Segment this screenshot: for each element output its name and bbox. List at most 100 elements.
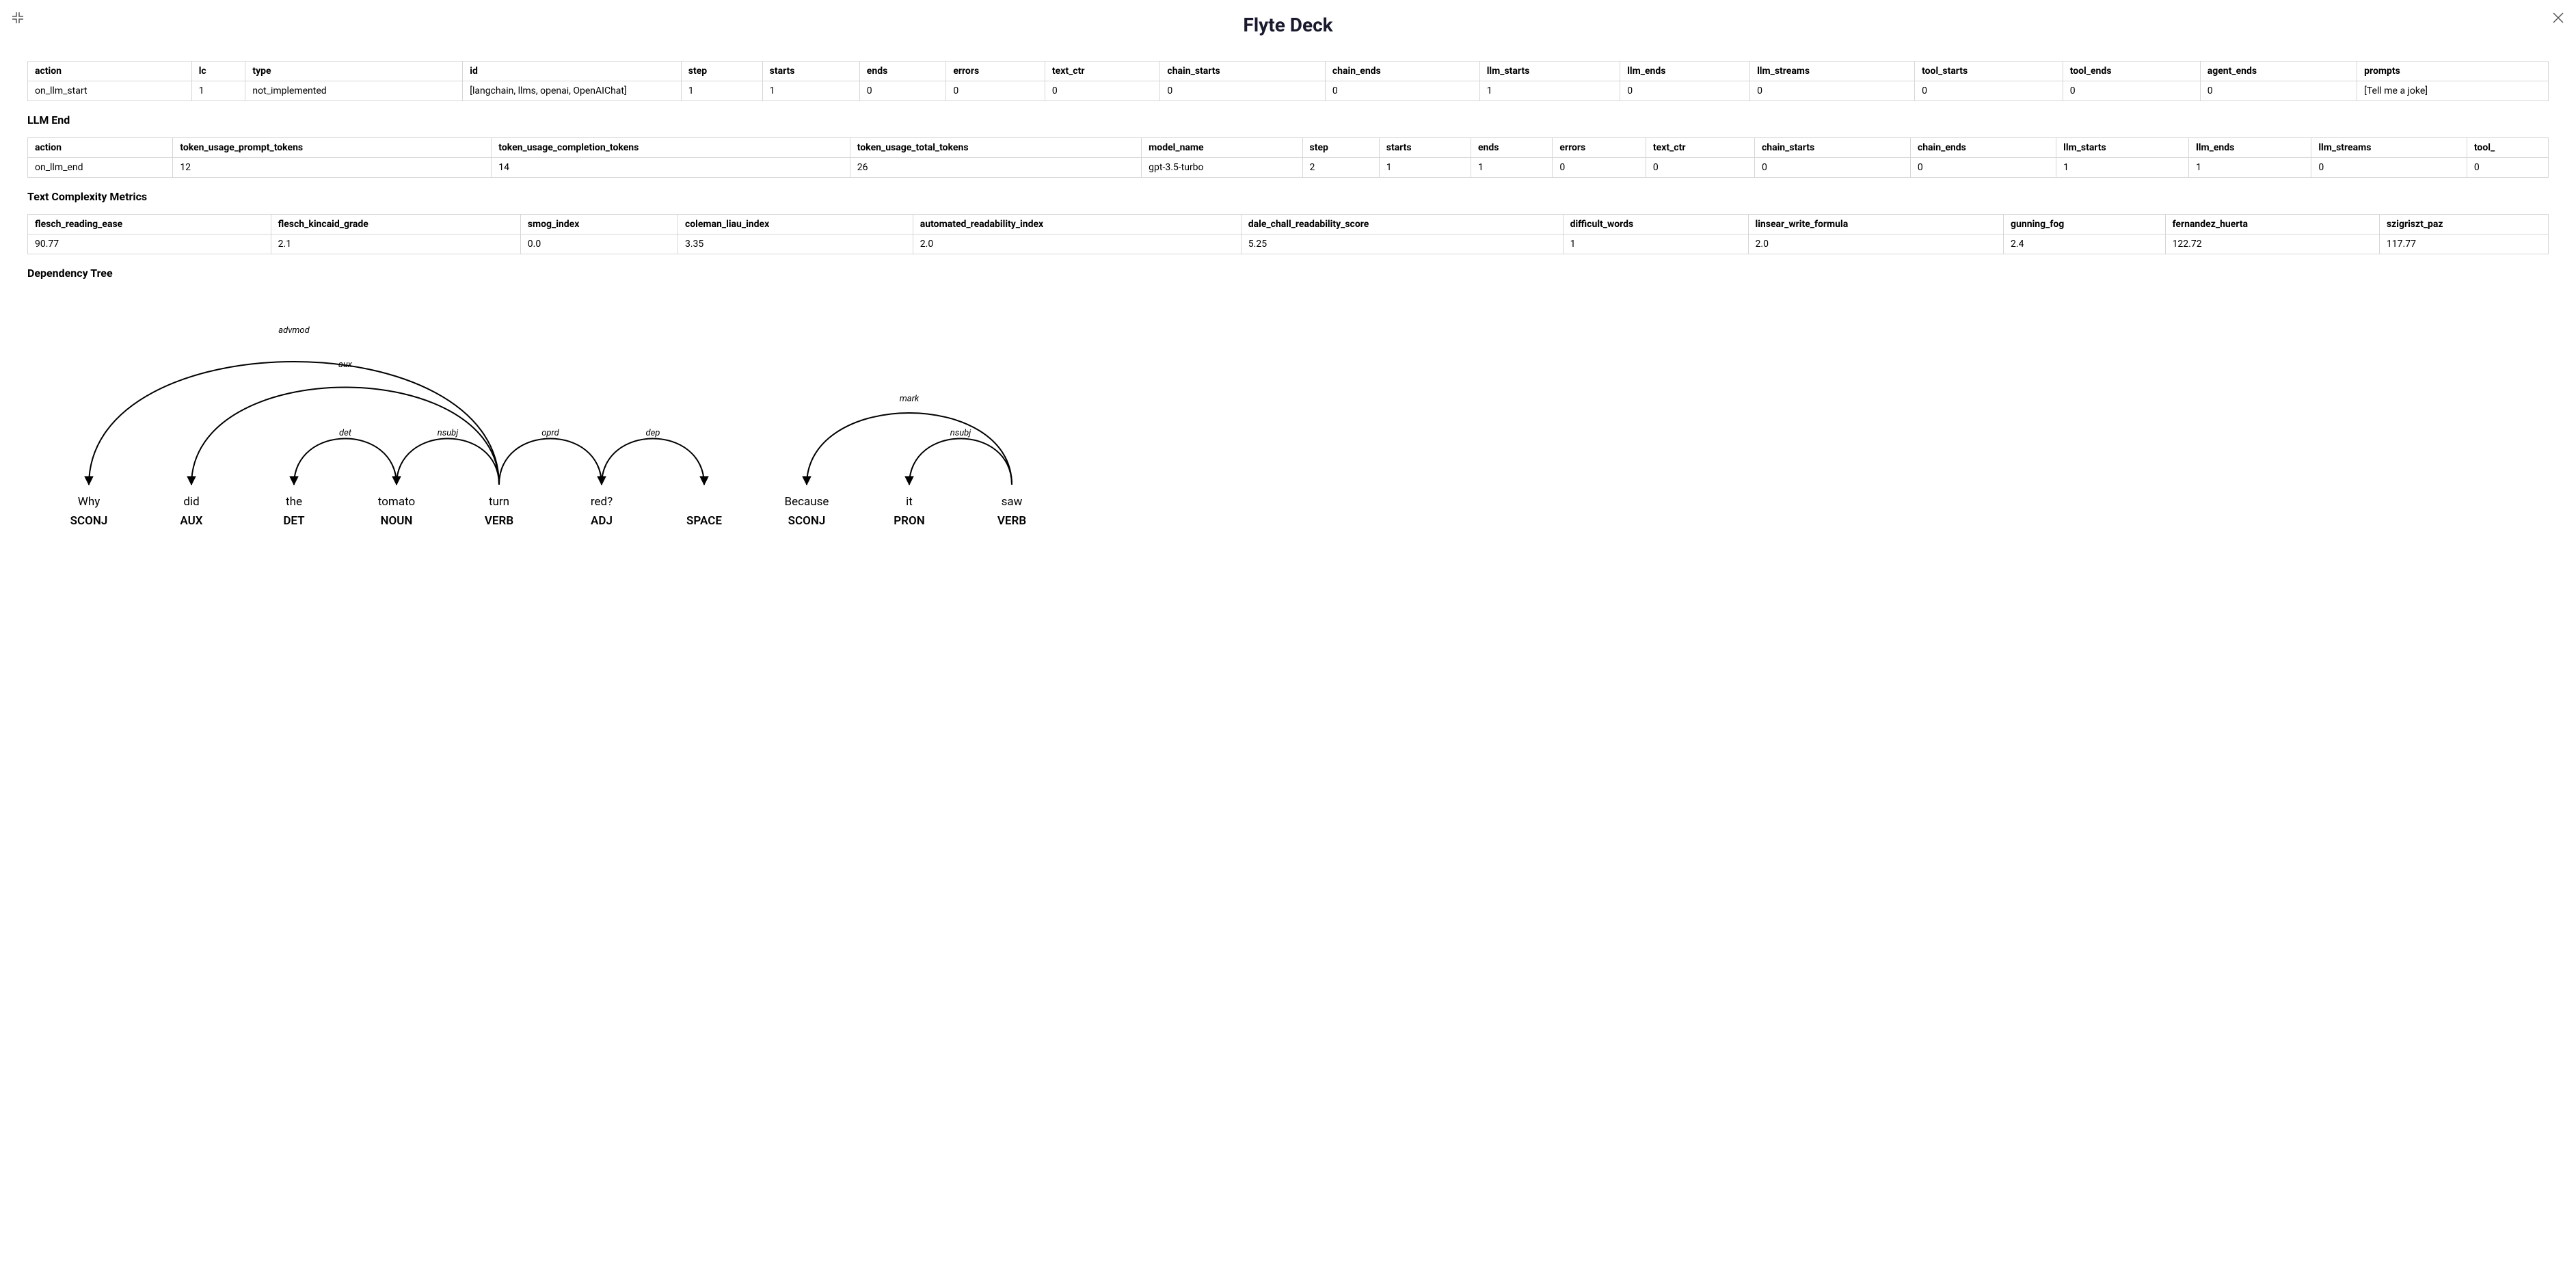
column-header: step (681, 62, 762, 81)
llm-end-table: actiontoken_usage_prompt_tokenstoken_usa… (27, 137, 2549, 178)
column-header: gunning_fog (2004, 215, 2166, 234)
column-header: action (28, 138, 173, 158)
content: actionlctypeidstepstartsendserrorstext_c… (0, 61, 2576, 574)
column-header: errors (1553, 138, 1646, 158)
table-cell: 1 (681, 81, 762, 101)
column-header: llm_streams (1750, 62, 1915, 81)
table-cell: 1 (1471, 158, 1552, 178)
table-cell: on_llm_end (28, 158, 173, 178)
dep-arc-label: mark (900, 394, 920, 404)
dep-arrow-icon (905, 477, 913, 485)
dep-arrow-icon (700, 477, 708, 485)
column-header: text_ctr (1646, 138, 1754, 158)
table-cell: 12 (173, 158, 492, 178)
table-cell: gpt-3.5-turbo (1142, 158, 1302, 178)
table-cell: 0 (1620, 81, 1750, 101)
dep-token-word: Why (78, 495, 100, 509)
table-cell: 14 (492, 158, 850, 178)
dep-arc-label: det (339, 428, 352, 438)
table-cell: 1 (191, 81, 245, 101)
dep-token-pos: AUX (180, 514, 202, 528)
column-header: model_name (1142, 138, 1302, 158)
arrows-in-icon (12, 12, 24, 24)
table-cell: 2.0 (1748, 234, 2004, 254)
table-cell: 0 (2311, 158, 2467, 178)
dep-token-pos: DET (283, 514, 305, 528)
column-header: dale_chall_readability_score (1241, 215, 1563, 234)
table-row: 90.772.10.03.352.05.2512.02.4122.72117.7… (28, 234, 2549, 254)
table-cell: not_implemented (245, 81, 463, 101)
column-header: chain_ends (1910, 138, 2056, 158)
column-header: tool_ends (2063, 62, 2200, 81)
dependency-tree: WhySCONJdidAUXtheDETtomatoNOUNturnVERBre… (27, 300, 2549, 546)
column-header: id (463, 62, 682, 81)
column-header: token_usage_completion_tokens (492, 138, 850, 158)
column-header: ends (859, 62, 946, 81)
column-header: smog_index (520, 215, 677, 234)
table-cell: 1 (2189, 158, 2311, 178)
dep-arc-label: nsubj (950, 428, 971, 438)
column-header: llm_ends (2189, 138, 2311, 158)
table-row: on_llm_end121426gpt-3.5-turbo21100001100 (28, 158, 2549, 178)
table-cell: 0 (1915, 81, 2063, 101)
table-cell: 0 (2200, 81, 2357, 101)
dep-token-pos: SCONJ (70, 514, 108, 528)
dep-arc-label: aux (338, 360, 353, 370)
table-cell: 1 (1379, 158, 1471, 178)
dep-token-pos: VERB (997, 514, 1026, 528)
dep-arc (602, 439, 704, 485)
column-header: token_usage_total_tokens (850, 138, 1141, 158)
table-cell: [langchain, llms, openai, OpenAIChat] (463, 81, 682, 101)
table-cell: 1 (1479, 81, 1620, 101)
column-header: llm_ends (1620, 62, 1750, 81)
table-row: on_llm_start1not_implemented[langchain, … (28, 81, 2549, 101)
dep-token-word: the (286, 495, 302, 509)
column-header: errors (946, 62, 1045, 81)
dep-token-pos: SCONJ (788, 514, 826, 528)
top-bar: Flyte Deck (0, 0, 2576, 61)
dependency-tree-heading: Dependency Tree (27, 267, 2549, 280)
column-header: llm_starts (2056, 138, 2189, 158)
column-header: chain_ends (1325, 62, 1479, 81)
table-cell: 0.0 (520, 234, 677, 254)
dep-arrow-icon (290, 477, 298, 485)
table-cell: 0 (1750, 81, 1915, 101)
table-cell: 2.4 (2004, 234, 2166, 254)
dep-token-pos: PRON (894, 514, 924, 528)
dep-token-pos: SPACE (686, 514, 722, 528)
dep-arc (807, 413, 1012, 485)
column-header: automated_readability_index (913, 215, 1241, 234)
close-icon (2552, 12, 2564, 24)
table-cell: 90.77 (28, 234, 271, 254)
dep-token-pos: VERB (485, 514, 513, 528)
dep-token-word: red? (591, 495, 613, 509)
column-header: coleman_liau_index (677, 215, 913, 234)
column-header: starts (762, 62, 859, 81)
text-complexity-table: flesch_reading_easeflesch_kincaid_grades… (27, 214, 2549, 254)
column-header: llm_starts (1479, 62, 1620, 81)
dep-arc (397, 439, 499, 485)
column-header: linsear_write_formula (1748, 215, 2004, 234)
collapse-icon[interactable] (10, 10, 26, 26)
dep-token-word: did (183, 495, 199, 509)
llm-end-heading: LLM End (27, 113, 2549, 126)
dep-arc (294, 439, 397, 485)
table-cell: 0 (1646, 158, 1754, 178)
table-cell: 0 (1045, 81, 1159, 101)
dep-arc-label: nsubj (438, 428, 459, 438)
dep-token-pos: ADJ (591, 514, 613, 528)
dep-token-word: saw (1002, 495, 1023, 509)
dep-arc-label: dep (646, 428, 660, 438)
column-header: difficult_words (1563, 215, 1748, 234)
close-button[interactable] (2550, 10, 2566, 26)
table-cell: 0 (1754, 158, 1910, 178)
dependency-tree-svg: WhySCONJdidAUXtheDETtomatoNOUNturnVERBre… (27, 300, 1114, 546)
table-cell: 2.0 (913, 234, 1241, 254)
column-header: ends (1471, 138, 1552, 158)
column-header: starts (1379, 138, 1471, 158)
column-header: type (245, 62, 463, 81)
table-cell: 122.72 (2165, 234, 2379, 254)
dep-token-pos: NOUN (381, 514, 413, 528)
table-cell: 2.1 (271, 234, 520, 254)
dep-token-word: it (906, 495, 913, 509)
